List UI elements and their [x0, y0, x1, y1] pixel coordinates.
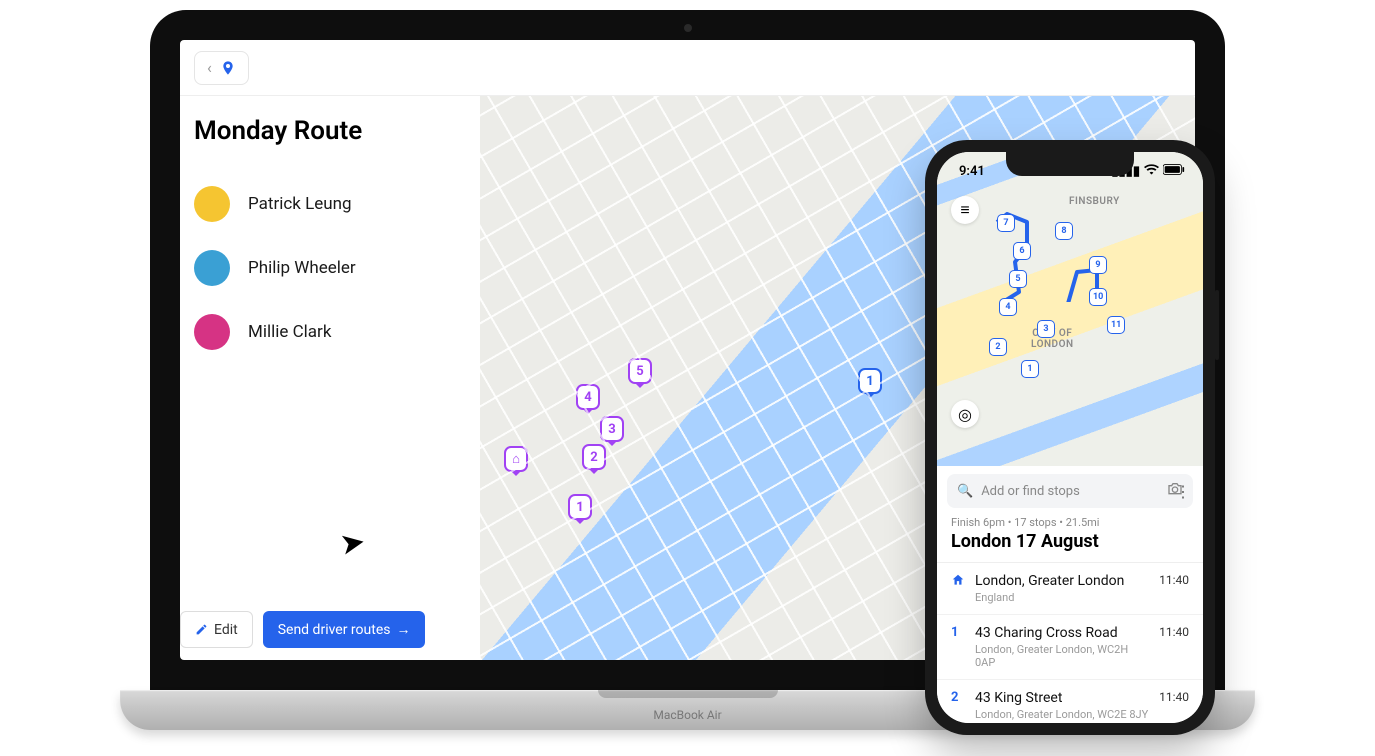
stop-index: 1	[951, 625, 965, 669]
stop-eta: 11:40	[1159, 625, 1189, 669]
stop-item[interactable]: London, Greater London England 11:40	[937, 563, 1203, 615]
status-time: 9:41	[959, 164, 985, 179]
stop-item[interactable]: 1 43 Charing Cross Road London, Greater …	[937, 615, 1203, 680]
hamburger-menu-button[interactable]: ≡	[951, 196, 979, 224]
mobile-map-pin[interactable]: 6	[1013, 242, 1031, 260]
driver-item[interactable]: Millie Clark	[194, 314, 466, 350]
battery-icon	[1163, 164, 1185, 179]
route-title: London 17 August	[937, 529, 1203, 562]
avatar	[194, 314, 230, 350]
stop-subtitle: England	[975, 591, 1149, 604]
side-panel: Monday Route Patrick Leung Philip Wheele…	[180, 96, 480, 660]
stop-eta: 11:40	[1159, 690, 1189, 721]
iphone-side-button	[1215, 290, 1219, 360]
arrow-right-icon: →	[396, 621, 410, 638]
mobile-map-pin[interactable]: 1	[1021, 360, 1039, 378]
stop-subtitle: London, Greater London, WC2H 0AP	[975, 643, 1149, 669]
macbook-label: MacBook Air	[653, 708, 721, 722]
edit-button-label: Edit	[214, 622, 238, 638]
map-pin[interactable]: 1	[568, 494, 592, 520]
map-pin[interactable]: 3	[600, 416, 624, 442]
mobile-map-pin[interactable]: 4	[999, 298, 1017, 316]
back-button[interactable]: ‹	[194, 51, 249, 85]
mobile-app: 9:41 ▮▮▮▮ FINSBURY CITY OF LONDON 1 2 3 …	[937, 152, 1203, 723]
route-sheet: 🔍 Add or find stops ⋮ Finish 6pm • 17 st…	[937, 466, 1203, 723]
avatar	[194, 250, 230, 286]
stop-eta: 11:40	[1159, 573, 1189, 604]
map-pin[interactable]: 4	[576, 384, 600, 410]
mobile-map-pin[interactable]: 3	[1037, 320, 1055, 338]
kebab-menu-button[interactable]: ⋮	[1175, 482, 1191, 501]
stops-search-input[interactable]: 🔍 Add or find stops	[947, 474, 1193, 508]
map-pin-home[interactable]: ⌂	[504, 446, 528, 472]
stop-title: 43 King Street	[975, 690, 1149, 706]
home-icon	[951, 573, 965, 604]
stop-index: 2	[951, 690, 965, 721]
panel-action-bar: Edit Send driver routes →	[180, 599, 480, 660]
stop-list[interactable]: London, Greater London England 11:40 1 4…	[937, 562, 1203, 723]
stop-subtitle: London, Greater London, WC2E 8JY	[975, 708, 1149, 721]
map-pin[interactable]: 2	[582, 444, 606, 470]
driver-list: Patrick Leung Philip Wheeler Millie Clar…	[194, 186, 466, 350]
mobile-map-pin[interactable]: 10	[1089, 288, 1107, 306]
stop-item[interactable]: 2 43 King Street London, Greater London,…	[937, 680, 1203, 723]
mobile-map-pin[interactable]: 5	[1009, 270, 1027, 288]
mobile-map-pin[interactable]: 9	[1089, 256, 1107, 274]
mobile-map-pin[interactable]: 11	[1107, 316, 1125, 334]
map-pin[interactable]: 1	[858, 368, 882, 394]
driver-name: Patrick Leung	[248, 194, 352, 214]
crosshair-icon: ◎	[958, 405, 972, 424]
route-summary: Finish 6pm • 17 stops • 21.5mi	[937, 516, 1203, 529]
pencil-icon	[195, 623, 208, 636]
search-icon: 🔍	[957, 484, 973, 499]
driver-item[interactable]: Patrick Leung	[194, 186, 466, 222]
mobile-map-pin[interactable]: 7	[997, 214, 1015, 232]
route-line	[480, 96, 780, 246]
send-routes-label: Send driver routes	[278, 622, 391, 638]
mobile-map-pin[interactable]: 2	[989, 338, 1007, 356]
macbook-camera-dot	[684, 24, 692, 32]
locate-me-button[interactable]: ◎	[951, 400, 979, 428]
map-pin[interactable]: 5	[628, 358, 652, 384]
driver-item[interactable]: Philip Wheeler	[194, 250, 466, 286]
driver-name: Philip Wheeler	[248, 258, 356, 278]
mouse-cursor-icon: ➤	[337, 524, 368, 563]
iphone-mockup: 9:41 ▮▮▮▮ FINSBURY CITY OF LONDON 1 2 3 …	[925, 140, 1215, 735]
stop-title: 43 Charing Cross Road	[975, 625, 1149, 641]
driver-name: Millie Clark	[248, 322, 331, 342]
app-header: ‹	[180, 40, 1195, 96]
wifi-icon	[1144, 164, 1159, 179]
search-placeholder: Add or find stops	[981, 484, 1159, 499]
location-pin-icon	[220, 58, 236, 78]
page-title: Monday Route	[194, 116, 466, 146]
stop-title: London, Greater London	[975, 573, 1149, 589]
avatar	[194, 186, 230, 222]
mobile-map-pin[interactable]: 8	[1055, 222, 1073, 240]
iphone-notch	[1006, 152, 1134, 176]
edit-button[interactable]: Edit	[180, 611, 253, 648]
chevron-left-icon: ‹	[207, 58, 212, 77]
send-routes-button[interactable]: Send driver routes →	[263, 611, 426, 648]
hamburger-icon: ≡	[960, 200, 969, 220]
